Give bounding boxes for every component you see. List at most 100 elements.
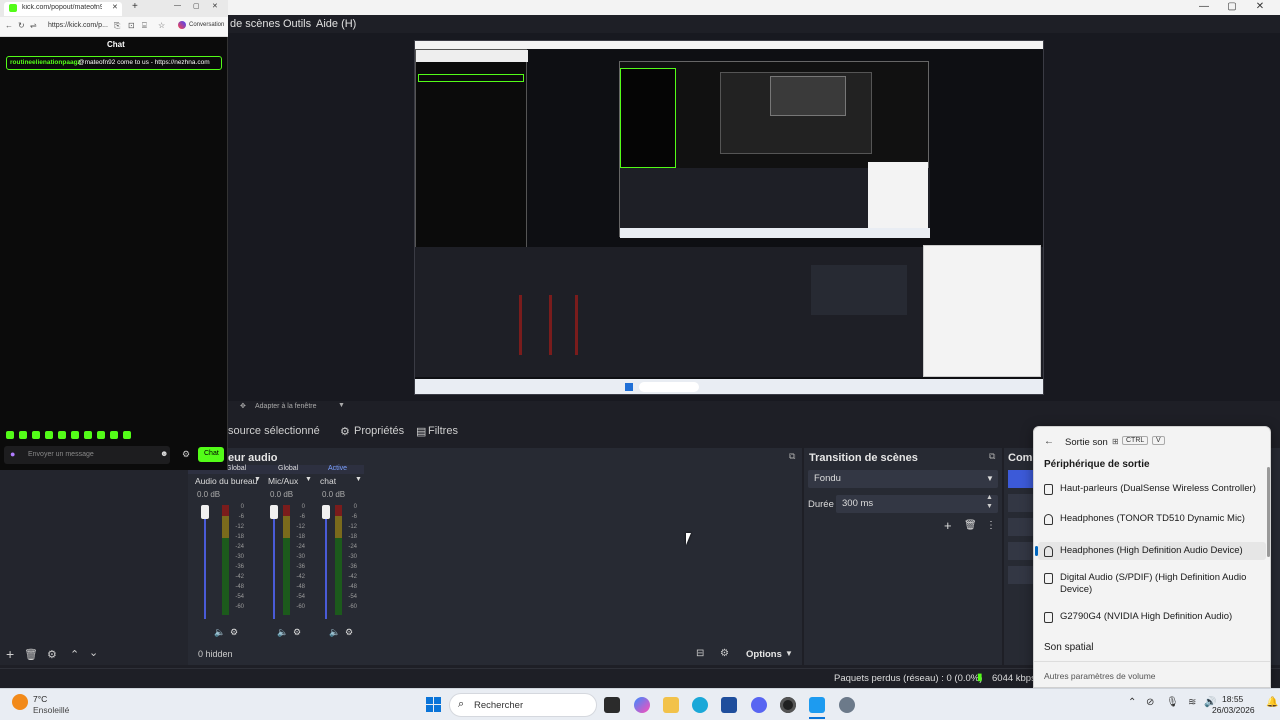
emote-icon[interactable] (110, 431, 118, 439)
browser-tab[interactable]: kick.com/popout/mateofn92/chat ✕ (4, 2, 122, 16)
emote-icon[interactable] (123, 431, 131, 439)
layout-icon[interactable]: ⊟ (696, 648, 704, 659)
speaker-icon[interactable]: 🔈 (329, 627, 340, 638)
reload-icon[interactable]: ↻ (18, 21, 25, 30)
volume-fader[interactable] (204, 507, 206, 619)
chevron-down-icon[interactable]: ▼ (355, 476, 362, 483)
close-icon[interactable]: ✕ (212, 2, 218, 10)
message-username[interactable]: routineelienationpaagz (10, 59, 81, 66)
settings-icon[interactable] (839, 697, 855, 713)
move-up-icon[interactable]: ⌃ (70, 648, 79, 661)
move-down-icon[interactable]: ⌄ (89, 646, 98, 659)
obs-icon[interactable] (780, 697, 796, 713)
emote-icon[interactable] (45, 431, 53, 439)
preview-canvas[interactable] (414, 40, 1044, 395)
close-icon[interactable]: ✕ (1246, 0, 1274, 15)
emote-icon[interactable] (6, 431, 14, 439)
device-hd-audio-selected[interactable]: Headphones (High Definition Audio Device… (1035, 542, 1266, 560)
undock-icon[interactable]: ⧉ (789, 451, 795, 462)
emote-icon[interactable] (84, 431, 92, 439)
advanced-settings-icon[interactable]: ⚙ (720, 648, 729, 659)
network-icon[interactable]: ⊘ (1146, 697, 1154, 708)
copilot-icon[interactable] (178, 21, 186, 29)
emote-icon[interactable] (32, 431, 40, 439)
store-icon[interactable] (721, 697, 737, 713)
emote-icon[interactable] (71, 431, 79, 439)
send-chat-button[interactable]: Chat (198, 447, 224, 462)
add-icon[interactable]: + (6, 646, 14, 662)
move-icon[interactable]: ✥ (240, 402, 246, 410)
copilot-icon[interactable] (634, 697, 650, 713)
more-volume-settings-link[interactable]: Autres paramètres de volume (1044, 671, 1156, 681)
weather-icon[interactable] (12, 694, 28, 710)
emote-icon[interactable] (58, 431, 66, 439)
fit-window-label[interactable]: Adapter à la fenêtre (255, 403, 317, 410)
emoji-icon[interactable]: ☻ (160, 449, 168, 458)
options-button[interactable]: Options (746, 649, 782, 660)
filters-button[interactable]: Filtres (428, 425, 458, 437)
settings-icon[interactable]: ⚙ (293, 627, 301, 638)
search-box[interactable]: ⌕ Rechercher (449, 693, 597, 717)
menu-tools[interactable]: Outils (283, 18, 311, 30)
notification-icon[interactable]: 🔔 (1266, 697, 1278, 708)
speaker-icon[interactable]: 🔈 (277, 627, 288, 638)
chevron-down-icon[interactable]: ▼ (254, 476, 261, 483)
back-icon[interactable]: ← (5, 21, 13, 30)
fader-knob[interactable] (201, 505, 209, 519)
trash-icon[interactable]: 🗑 (964, 520, 977, 531)
conversation-button[interactable]: Conversation (189, 22, 224, 28)
pinned-message[interactable]: routineelienationpaagz @mateofn92 come t… (6, 56, 222, 70)
url-field[interactable]: https://kick.com/p... (48, 22, 108, 29)
file-explorer-icon[interactable] (663, 697, 679, 713)
discord-icon[interactable] (751, 697, 767, 713)
gear-icon[interactable]: ⚙ (47, 648, 57, 661)
stepper-up-icon[interactable]: ▲ (986, 494, 993, 501)
maximize-icon[interactable]: ▢ (193, 2, 200, 10)
hidden-count[interactable]: 0 hidden (198, 649, 233, 659)
site-info-icon[interactable]: ⇌ (30, 21, 37, 30)
edge-icon[interactable] (692, 697, 708, 713)
emote-icon[interactable] (97, 431, 105, 439)
stepper-down-icon[interactable]: ▼ (986, 503, 993, 510)
chevron-down-icon[interactable]: ▼ (305, 476, 312, 483)
speaker-icon[interactable]: 🔈 (214, 627, 225, 638)
trash-icon[interactable]: 🗑 (24, 648, 38, 661)
chat-settings-icon[interactable]: ⚙ (182, 449, 190, 460)
mic-icon[interactable]: ● (10, 449, 15, 459)
channel-name[interactable]: chat (320, 476, 336, 486)
chevron-down-icon[interactable]: ▼ (785, 649, 793, 658)
cast-icon[interactable]: ⊡ (128, 21, 135, 30)
menu-help[interactable]: Aide (H) (316, 18, 356, 30)
start-icon[interactable] (426, 697, 441, 712)
copy-icon[interactable]: ⎘ (114, 21, 120, 31)
properties-button[interactable]: Propriétés (354, 425, 404, 437)
maximize-icon[interactable]: ▢ (1218, 0, 1246, 15)
fader-knob[interactable] (270, 505, 278, 519)
volume-fader[interactable] (273, 507, 275, 619)
minimize-icon[interactable]: — (174, 2, 181, 9)
settings-icon[interactable]: ⚙ (345, 627, 353, 638)
message-input[interactable]: ● Envoyer un message ☻ (4, 446, 170, 464)
back-arrow-icon[interactable]: ← (1044, 436, 1054, 447)
undock-icon[interactable]: ⧉ (989, 451, 995, 462)
menu-scenes[interactable]: de scènes (230, 18, 280, 30)
star-icon[interactable]: ☆ (158, 21, 165, 30)
chevron-up-icon[interactable]: ⌃ (1128, 697, 1136, 708)
more-icon[interactable]: ⋮ (986, 520, 996, 531)
weather-text[interactable]: Ensoleillé (33, 705, 69, 715)
close-tab-icon[interactable]: ✕ (112, 3, 118, 11)
fader-knob[interactable] (322, 505, 330, 519)
channel-name[interactable]: Mic/Aux (268, 476, 298, 486)
scrollbar[interactable] (1267, 467, 1270, 557)
emote-icon[interactable] (19, 431, 27, 439)
mic-icon[interactable]: 🎙 (1166, 697, 1179, 708)
wifi-icon[interactable]: ≋ (1188, 697, 1196, 708)
app-icon[interactable] (809, 697, 825, 713)
channel-name[interactable]: Audio du bureau (195, 476, 257, 486)
task-view-icon[interactable] (604, 697, 620, 713)
weather-temp[interactable]: 7°C (33, 694, 47, 704)
duration-input[interactable]: 300 ms ▲ ▼ (836, 494, 998, 513)
clock-date[interactable]: 26/03/2026 (1212, 705, 1255, 715)
add-icon[interactable]: + (944, 518, 952, 533)
translate-icon[interactable]: ⌸ (142, 21, 147, 31)
